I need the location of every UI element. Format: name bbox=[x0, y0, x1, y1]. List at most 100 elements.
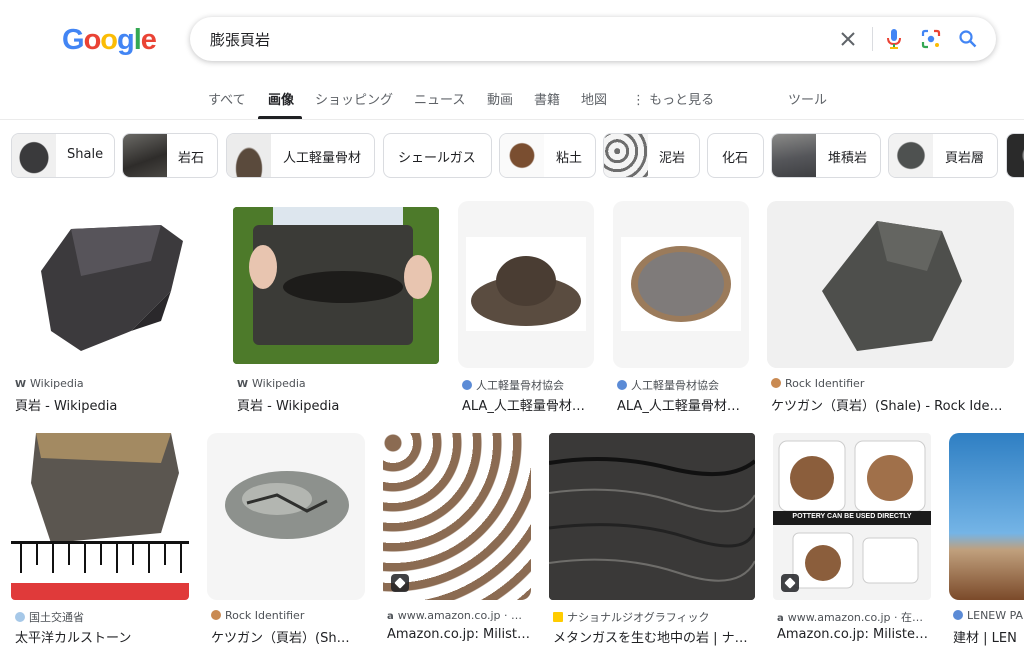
result-source[interactable]: W Wikipedia bbox=[237, 377, 437, 390]
result-image[interactable] bbox=[383, 433, 531, 600]
active-tab-indicator bbox=[258, 116, 302, 119]
result-title[interactable]: ALA_人工軽量骨材… bbox=[617, 395, 749, 414]
result-title[interactable]: ケツガン（頁岩）(Sh… bbox=[211, 627, 365, 646]
tab-videos[interactable]: 動画 bbox=[487, 89, 513, 108]
result-title[interactable]: 太平洋カルストーン bbox=[15, 627, 189, 646]
result-card[interactable]: ナショナルジオグラフィック メタンガスを生む地中の岩 | ナ… bbox=[549, 433, 755, 648]
result-image[interactable] bbox=[458, 201, 594, 368]
tab-images[interactable]: 画像 bbox=[268, 89, 294, 108]
result-source-text: ナショナルジオグラフィック bbox=[567, 611, 710, 624]
google-logo[interactable]: Google bbox=[62, 24, 157, 57]
clear-icon[interactable] bbox=[836, 27, 860, 51]
result-title[interactable]: メタンガスを生む地中の岩 | ナ… bbox=[553, 627, 755, 646]
result-card[interactable]: Rock Identifier ケツガン（頁岩）(Shale) - Rock I… bbox=[767, 201, 1014, 414]
search-input[interactable]: 膨張頁岩 bbox=[210, 29, 270, 50]
result-image[interactable]: POTTERY CAN BE USED DIRECTLY bbox=[773, 433, 931, 600]
amazon-icon: a bbox=[777, 613, 784, 624]
result-source-text: www.amazon.co.jp · … bbox=[397, 609, 523, 622]
chip-shale-gas[interactable]: シェールガス bbox=[383, 133, 492, 178]
result-image[interactable] bbox=[767, 201, 1014, 368]
result-card[interactable]: POTTERY CAN BE USED DIRECTLY a www.amazon… bbox=[773, 433, 931, 648]
result-title[interactable]: Amazon.co.jp: Milisten… bbox=[777, 627, 931, 642]
lens-camera-icon[interactable] bbox=[919, 27, 943, 51]
search-divider bbox=[872, 27, 873, 51]
source-favicon bbox=[953, 610, 963, 620]
result-source-text: Wikipedia bbox=[252, 377, 306, 390]
result-source[interactable]: LENEW PA bbox=[953, 609, 1024, 622]
result-source-text: Wikipedia bbox=[30, 377, 84, 390]
chip-fossil[interactable]: 化石 bbox=[707, 133, 764, 178]
result-image[interactable] bbox=[207, 433, 365, 600]
microphone-icon[interactable] bbox=[882, 27, 906, 51]
tab-news[interactable]: ニュース bbox=[414, 89, 465, 108]
result-image[interactable] bbox=[549, 433, 755, 600]
result-image[interactable] bbox=[233, 207, 439, 364]
chip-shale-layer[interactable]: 頁岩層 bbox=[888, 133, 998, 178]
result-image[interactable] bbox=[949, 433, 1024, 600]
source-favicon bbox=[15, 612, 25, 622]
product-tag-icon bbox=[781, 574, 799, 592]
source-favicon bbox=[211, 610, 221, 620]
result-source[interactable]: 人工軽量骨材協会 bbox=[617, 377, 749, 393]
chip-artificial-aggregate[interactable]: 人工軽量骨材 bbox=[226, 133, 375, 178]
image-overlay-text: POTTERY CAN BE USED DIRECTLY bbox=[792, 513, 912, 520]
chip-sedimentary-rock[interactable]: 堆積岩 bbox=[771, 133, 881, 178]
result-source[interactable]: Rock Identifier bbox=[771, 377, 1011, 390]
result-card[interactable]: W Wikipedia 頁岩 - Wikipedia bbox=[233, 207, 439, 414]
source-favicon bbox=[553, 612, 563, 622]
tab-more[interactable]: ⋮ もっと見る bbox=[632, 89, 714, 108]
chip-thumbnail bbox=[604, 134, 648, 177]
tab-maps[interactable]: 地図 bbox=[581, 89, 607, 108]
result-image[interactable] bbox=[11, 201, 215, 368]
chip-rock[interactable]: 岩石 bbox=[122, 133, 218, 178]
chip-shale[interactable]: Shale bbox=[11, 133, 115, 178]
result-source[interactable]: Rock Identifier bbox=[211, 609, 365, 622]
result-title[interactable]: ALA_人工軽量骨材… bbox=[462, 395, 594, 414]
chip-thumbnail bbox=[500, 134, 544, 177]
search-icon[interactable] bbox=[956, 27, 980, 51]
result-card[interactable]: Rock Identifier ケツガン（頁岩）(Sh… bbox=[207, 433, 365, 648]
chip-thumbnail bbox=[123, 134, 167, 177]
search-box[interactable]: 膨張頁岩 bbox=[190, 17, 996, 61]
result-source[interactable]: a www.amazon.co.jp · 在… bbox=[777, 609, 931, 625]
chip-mudstone[interactable]: 泥岩 bbox=[603, 133, 700, 178]
result-source-text: LENEW PA bbox=[967, 609, 1024, 622]
result-source[interactable]: ナショナルジオグラフィック bbox=[553, 609, 755, 625]
source-favicon bbox=[462, 380, 472, 390]
result-source-text: 人工軽量骨材協会 bbox=[631, 379, 719, 392]
result-card[interactable]: W Wikipedia 頁岩 - Wikipedia bbox=[11, 201, 215, 414]
chip-clay[interactable]: 粘土 bbox=[499, 133, 596, 178]
result-card[interactable]: 国土交通省 太平洋カルストーン bbox=[11, 433, 189, 648]
tab-all[interactable]: すべて bbox=[208, 89, 246, 108]
logo-letter: o bbox=[83, 24, 102, 56]
chip-label: 化石 bbox=[722, 151, 749, 166]
logo-letter: G bbox=[62, 24, 85, 56]
result-source[interactable]: 国土交通省 bbox=[15, 609, 189, 625]
tab-books[interactable]: 書籍 bbox=[534, 89, 560, 108]
search-tabs: すべて 画像 ショッピング ニュース 動画 書籍 地図 ⋮ もっと見る ツール bbox=[0, 80, 1024, 120]
chip-thumbnail bbox=[772, 134, 816, 177]
result-source-text: 国土交通省 bbox=[29, 611, 84, 624]
tab-shopping[interactable]: ショッピング bbox=[315, 89, 393, 108]
result-card[interactable]: a www.amazon.co.jp · … Amazon.co.jp: Mili… bbox=[383, 433, 531, 648]
result-card[interactable]: LENEW PA 建材 | LEN bbox=[949, 433, 1024, 648]
result-title[interactable]: 頁岩 - Wikipedia bbox=[15, 395, 215, 414]
result-source-text: Rock Identifier bbox=[225, 609, 305, 622]
result-title[interactable]: 建材 | LEN bbox=[953, 627, 1024, 646]
tab-tools[interactable]: ツール bbox=[788, 89, 827, 108]
tab-more-label: もっと見る bbox=[649, 93, 715, 108]
result-title[interactable]: 頁岩 - Wikipedia bbox=[237, 395, 437, 414]
result-source[interactable]: a www.amazon.co.jp · … bbox=[387, 609, 531, 622]
chip-label: 粘土 bbox=[556, 151, 583, 166]
result-image[interactable] bbox=[613, 201, 749, 368]
chip-thumbnail bbox=[12, 134, 56, 177]
chip-partial[interactable] bbox=[1006, 133, 1024, 178]
result-card[interactable]: 人工軽量骨材協会 ALA_人工軽量骨材… bbox=[613, 201, 749, 414]
result-title[interactable]: Amazon.co.jp: Milist… bbox=[387, 627, 531, 642]
result-source[interactable]: 人工軽量骨材協会 bbox=[462, 377, 594, 393]
result-image[interactable] bbox=[11, 433, 189, 600]
result-title[interactable]: ケツガン（頁岩）(Shale) - Rock Ide… bbox=[771, 395, 1011, 414]
result-source[interactable]: W Wikipedia bbox=[15, 377, 215, 390]
result-card[interactable]: 人工軽量骨材協会 ALA_人工軽量骨材… bbox=[458, 201, 594, 414]
chip-thumbnail bbox=[227, 134, 271, 177]
